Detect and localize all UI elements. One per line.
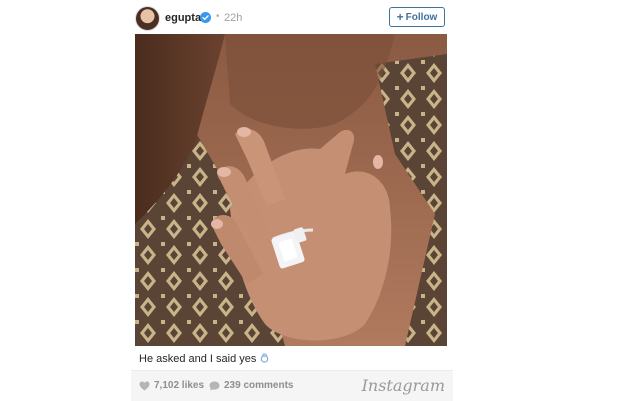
instagram-post-card: egupta • 22h + Follow He asked and I sai… [131, 0, 453, 401]
follow-button[interactable]: + Follow [389, 7, 445, 27]
likes-label: 7,102 likes [154, 380, 205, 391]
follow-label: Follow [405, 11, 438, 23]
post-timestamp: 22h [224, 12, 243, 24]
comments-count[interactable]: 239 comments [209, 380, 293, 391]
plus-icon: + [396, 10, 404, 24]
instagram-logo[interactable]: Instagram [362, 376, 445, 395]
separator-dot: • [216, 11, 220, 22]
ring-emoji-icon [261, 353, 269, 363]
post-footer: 7,102 likes 239 comments Instagram [131, 370, 453, 401]
verified-badge-icon [200, 12, 211, 23]
comments-label: 239 comments [224, 380, 294, 391]
likes-count[interactable]: 7,102 likes [139, 380, 204, 391]
post-caption: He asked and I said yes [139, 352, 449, 365]
post-photo[interactable] [135, 34, 447, 346]
photo-illustration [135, 34, 447, 346]
caption-text: He asked and I said yes [139, 353, 257, 365]
username[interactable]: egupta [165, 12, 201, 24]
post-header: egupta • 22h + Follow [131, 4, 453, 32]
avatar[interactable] [135, 6, 160, 31]
heart-icon [139, 380, 150, 391]
comment-bubble-icon [209, 380, 220, 391]
